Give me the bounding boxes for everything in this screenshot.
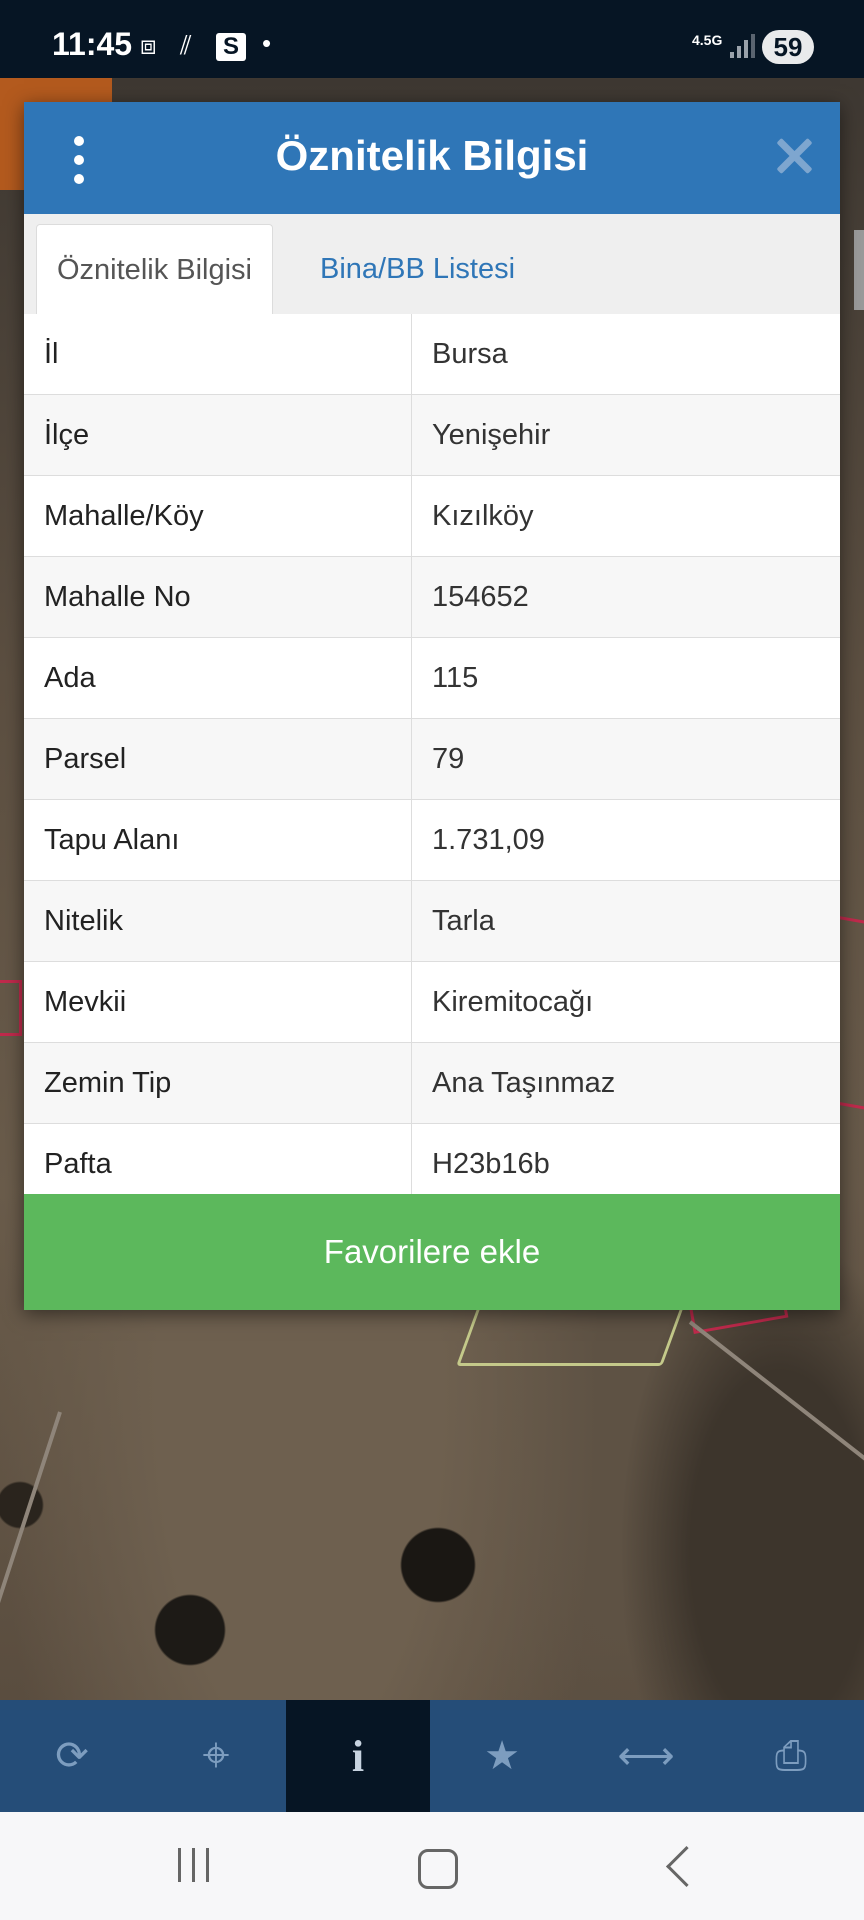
row-value: Bursa xyxy=(432,338,508,370)
dot-icon: • xyxy=(262,28,272,58)
row-value: H23b16b xyxy=(432,1148,550,1180)
measure-icon[interactable]: ⟷ xyxy=(574,1700,718,1812)
row-value: 154652 xyxy=(432,581,529,613)
row-key: İlçe xyxy=(24,395,412,475)
app-s-icon: S xyxy=(216,33,246,61)
network-type: 4.5G xyxy=(692,32,723,48)
screenshot-icon: ⧈ xyxy=(140,30,157,60)
battery-indicator: 59 xyxy=(762,30,814,64)
refresh-icon[interactable]: ⟳ xyxy=(0,1700,144,1812)
tab-building-list[interactable]: Bina/BB Listesi xyxy=(300,224,535,314)
row-key: Mevkii xyxy=(24,962,412,1042)
row-value: Kızılköy xyxy=(432,500,534,532)
table-row: İl Bursa xyxy=(24,314,840,395)
table-row: Parsel 79 xyxy=(24,719,840,800)
row-value: Yenişehir xyxy=(432,419,551,451)
star-icon[interactable]: ★ xyxy=(430,1700,574,1812)
dialog-title: Öznitelik Bilgisi xyxy=(275,132,589,179)
row-key: Tapu Alanı xyxy=(24,800,412,880)
table-row: Pafta H23b16b xyxy=(24,1124,840,1204)
row-value: 79 xyxy=(432,743,465,775)
row-value: Tarla xyxy=(432,905,495,937)
parcel-boundary-red xyxy=(0,980,22,1036)
table-row: Mevkii Kiremitocağı xyxy=(24,962,840,1043)
table-row: Nitelik Tarla xyxy=(24,881,840,962)
row-key: Mahalle No xyxy=(24,557,412,637)
wifi-calling-icon: ⫽ xyxy=(180,30,192,60)
attribute-dialog: Öznitelik Bilgisi Öznitelik Bilgisi Bina… xyxy=(24,102,840,1310)
row-value: Ana Taşınmaz xyxy=(432,1067,616,1099)
table-row: Ada 115 xyxy=(24,638,840,719)
row-value: Kiremitocağı xyxy=(432,986,594,1018)
row-key: Pafta xyxy=(24,1124,412,1204)
table-row: Tapu Alanı 1.731,09 xyxy=(24,800,840,881)
dialog-header: Öznitelik Bilgisi xyxy=(24,102,840,214)
dialog-tabs: Öznitelik Bilgisi Bina/BB Listesi xyxy=(24,214,840,315)
row-value: 1.731,09 xyxy=(432,824,545,856)
row-key: İl xyxy=(24,314,412,394)
row-key: Parsel xyxy=(24,719,412,799)
info-icon[interactable]: i xyxy=(286,1700,430,1812)
signal-icon xyxy=(730,34,756,58)
table-row: Zemin Tip Ana Taşınmaz xyxy=(24,1043,840,1124)
close-icon[interactable] xyxy=(776,138,812,174)
recent-apps-icon[interactable] xyxy=(178,1848,212,1882)
status-bar: 11:45 ⧈ ⫽ S • 4.5G 59 xyxy=(0,0,864,78)
tab-attribute-info[interactable]: Öznitelik Bilgisi xyxy=(36,224,273,314)
row-key: Nitelik xyxy=(24,881,412,961)
status-time: 11:45 xyxy=(52,26,133,62)
row-value: 115 xyxy=(432,662,479,694)
locate-icon[interactable]: ⌖ xyxy=(144,1700,288,1812)
row-key: Mahalle/Köy xyxy=(24,476,412,556)
row-key: Ada xyxy=(24,638,412,718)
row-key: Zemin Tip xyxy=(24,1043,412,1123)
print-icon[interactable]: ⎙ xyxy=(718,1700,864,1812)
attribute-table: İl Bursa İlçe Yenişehir Mahalle/Köy Kızı… xyxy=(24,314,840,1204)
map-overlay-gray xyxy=(854,230,864,310)
home-icon[interactable] xyxy=(418,1849,458,1889)
table-row: İlçe Yenişehir xyxy=(24,395,840,476)
bottom-toolbar: ⟳ ⌖ i ★ ⟷ ⎙ xyxy=(0,1700,864,1812)
table-row: Mahalle/Köy Kızılköy xyxy=(24,476,840,557)
table-row: Mahalle No 154652 xyxy=(24,557,840,638)
add-favorite-button[interactable]: Favorilere ekle xyxy=(24,1194,840,1310)
